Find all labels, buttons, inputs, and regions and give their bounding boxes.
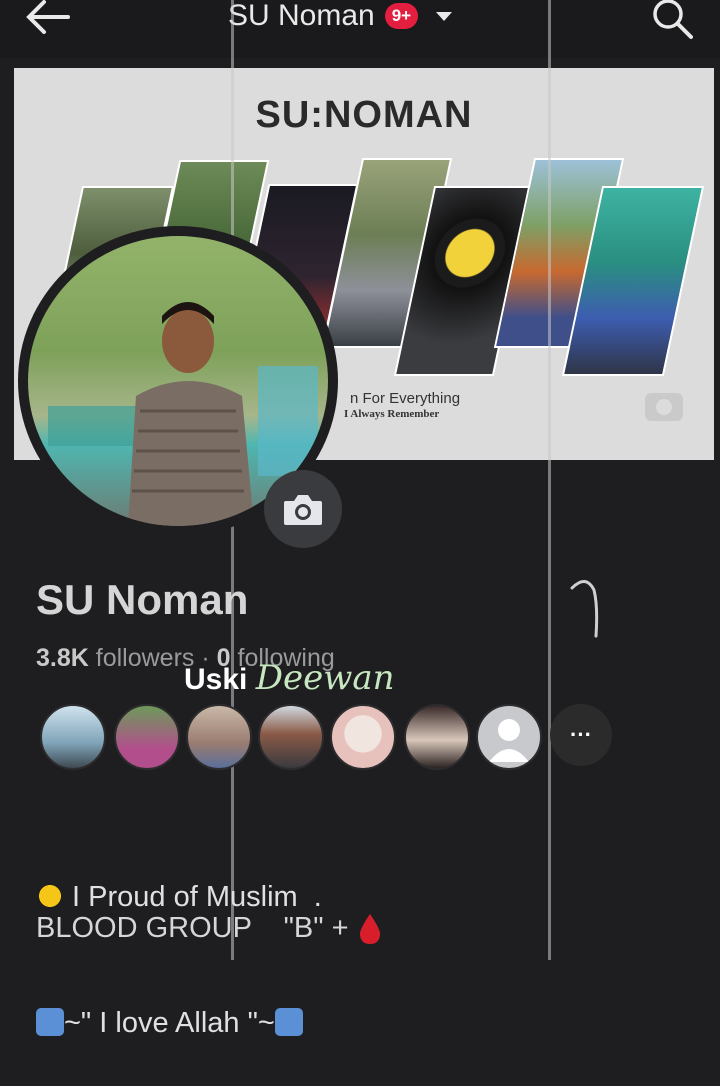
bio-text: ~" I love Allah "~ xyxy=(64,1007,275,1039)
change-avatar-button[interactable] xyxy=(264,470,342,548)
friend-avatar[interactable] xyxy=(186,704,252,770)
watermark-word: Uski xyxy=(184,663,248,696)
overlay-line xyxy=(548,0,551,960)
page-title: SU Noman xyxy=(228,0,375,32)
back-button[interactable] xyxy=(24,0,76,36)
praying-hands-icon xyxy=(36,882,64,910)
friend-avatar[interactable] xyxy=(40,704,106,770)
watermark-script-word: Deewan xyxy=(255,658,395,698)
cover-tagline: n For Everything xyxy=(350,390,461,407)
friend-avatar[interactable] xyxy=(330,704,396,770)
page-title-dropdown[interactable]: SU Noman 9+ xyxy=(228,0,453,38)
friend-avatar[interactable] xyxy=(404,704,470,770)
video-watermark: Uski Deewan xyxy=(184,658,395,698)
decorative-stroke xyxy=(570,580,599,638)
arrow-down-box-icon xyxy=(274,1008,303,1036)
more-friends-button[interactable]: ··· xyxy=(550,704,612,766)
camera-icon xyxy=(284,495,322,525)
profile-name: SU Noman xyxy=(36,576,249,623)
cover-logo-text: SU:NOMAN xyxy=(255,94,473,136)
person-icon xyxy=(489,719,529,762)
blood-group-value: "B" + xyxy=(283,912,349,944)
followers-count: 3.8K xyxy=(36,644,89,672)
search-icon xyxy=(653,0,693,39)
friend-avatar[interactable] xyxy=(258,704,324,770)
bio-text: I Proud of Muslim . xyxy=(64,881,322,913)
blood-group-line: BLOOD GROUP "B" + xyxy=(36,912,383,946)
cover-subtagline: I Always Remember xyxy=(344,408,440,420)
bio-line-2: ~" I love Allah "~ xyxy=(36,1002,322,1044)
blood-group-label: BLOOD GROUP xyxy=(36,912,252,944)
friend-avatar[interactable] xyxy=(114,704,180,770)
search-button[interactable] xyxy=(650,0,694,40)
followers-label: followers xyxy=(95,644,195,672)
arrow-down-box-icon xyxy=(36,1008,64,1036)
arrow-left-icon xyxy=(26,0,70,34)
notification-badge: 9+ xyxy=(384,3,419,29)
top-app-bar: SU Noman 9+ xyxy=(0,0,720,58)
blood-drop-icon xyxy=(359,914,380,945)
friend-avatar-placeholder[interactable] xyxy=(476,704,542,770)
camera-icon xyxy=(645,393,683,421)
chevron-down-icon xyxy=(436,11,453,21)
